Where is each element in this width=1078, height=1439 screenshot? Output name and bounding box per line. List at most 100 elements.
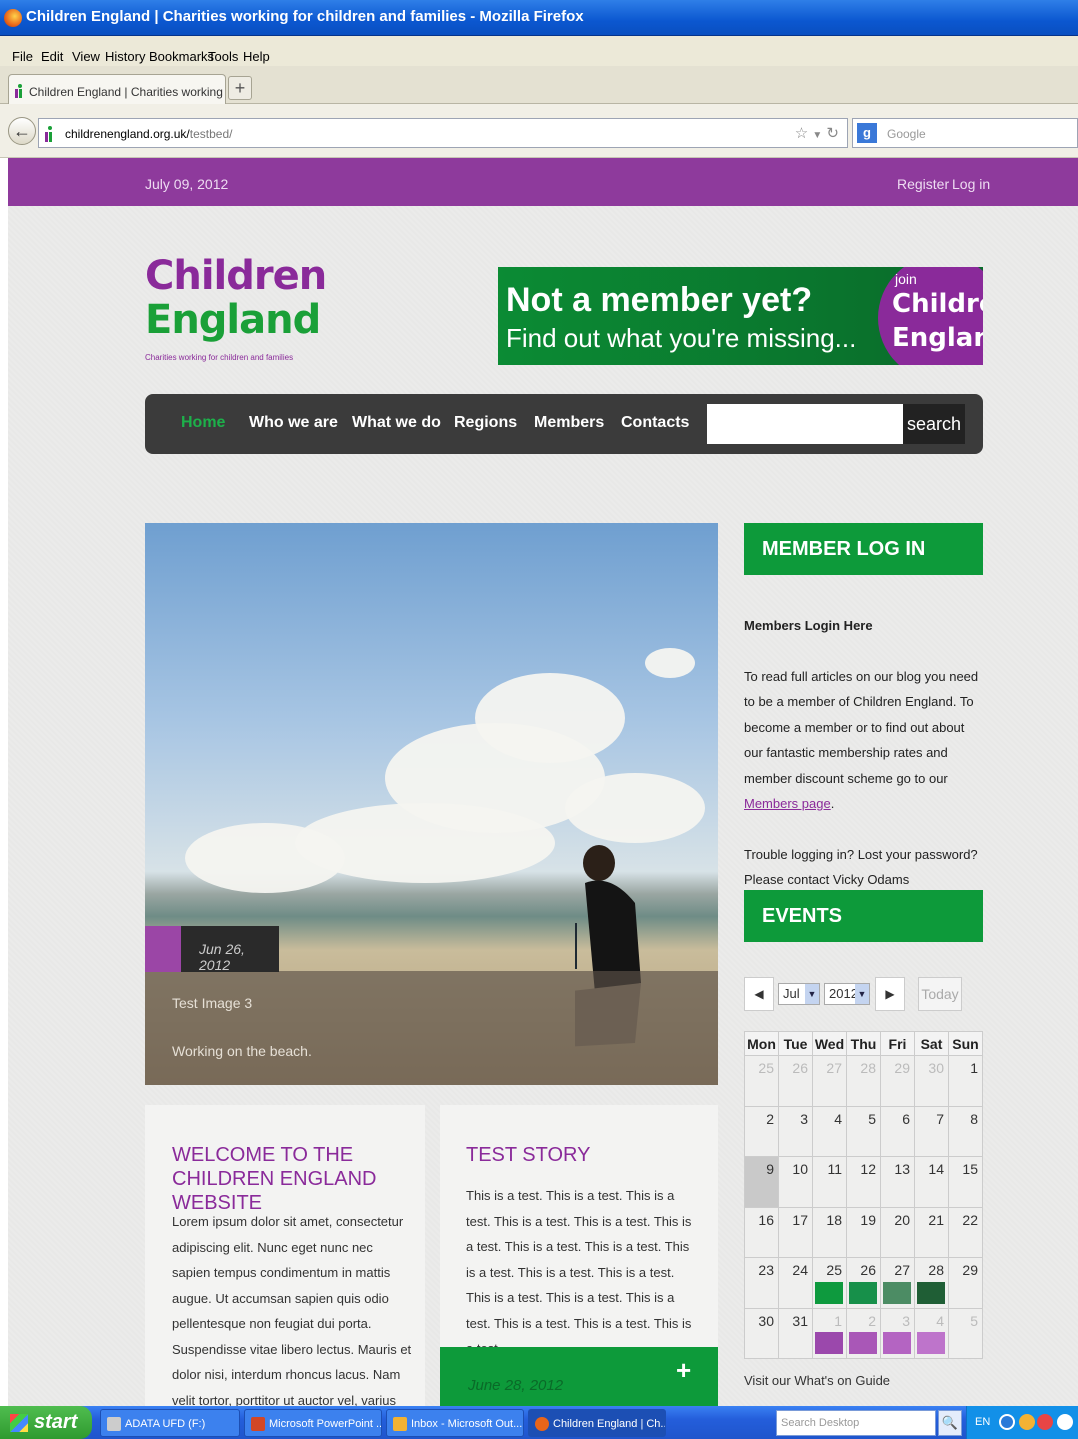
calendar-day[interactable]: 27: [880, 1257, 915, 1309]
calendar-day[interactable]: 5: [846, 1105, 881, 1157]
event-marker[interactable]: [815, 1332, 843, 1354]
calendar-day[interactable]: 4: [914, 1307, 949, 1359]
bookmark-star-icon[interactable]: ☆: [795, 125, 808, 142]
menu-help[interactable]: Help: [243, 49, 270, 64]
history-dropdown-icon[interactable]: ▼: [812, 130, 822, 141]
calendar-day[interactable]: 30: [914, 1055, 949, 1107]
story-title[interactable]: TEST STORY: [466, 1143, 590, 1167]
calendar-day-today[interactable]: 9: [744, 1156, 779, 1208]
welcome-title[interactable]: WELCOME TO THE CHILDREN ENGLAND WEBSITE: [172, 1143, 412, 1215]
calendar-month-select[interactable]: Jul ▼: [778, 983, 820, 1005]
calendar-day[interactable]: 25: [744, 1055, 779, 1107]
tray-app-icon[interactable]: [1019, 1414, 1035, 1430]
event-marker[interactable]: [917, 1281, 945, 1304]
menu-file[interactable]: File: [12, 49, 33, 64]
calendar-day[interactable]: 26: [778, 1055, 813, 1107]
calendar-day[interactable]: 5: [948, 1307, 983, 1359]
calendar-year-select[interactable]: 2012 ▼: [824, 983, 870, 1005]
calendar-day[interactable]: 24: [778, 1257, 813, 1309]
tab-children-england[interactable]: Children England | Charities working for…: [8, 74, 226, 104]
url-bar[interactable]: childrenengland.org.uk/testbed/ ☆ ▼ ↻: [38, 118, 848, 148]
calendar-day[interactable]: 29: [948, 1257, 983, 1309]
calendar-day[interactable]: 3: [778, 1105, 813, 1157]
taskbar-item-powerpoint[interactable]: Microsoft PowerPoint ...: [244, 1409, 382, 1437]
calendar-day[interactable]: 15: [948, 1156, 983, 1208]
calendar-day[interactable]: 23: [744, 1257, 779, 1309]
calendar-day[interactable]: 7: [914, 1105, 949, 1157]
event-marker[interactable]: [815, 1281, 843, 1304]
calendar-day[interactable]: 4: [812, 1105, 847, 1157]
calendar-day[interactable]: 28: [846, 1055, 881, 1107]
calendar-day[interactable]: 16: [744, 1206, 779, 1258]
nav-home[interactable]: Home: [181, 414, 225, 432]
login-link[interactable]: Log in: [952, 176, 990, 192]
start-button[interactable]: start: [0, 1406, 92, 1439]
calendar-day[interactable]: 13: [880, 1156, 915, 1208]
nav-members[interactable]: Members: [534, 414, 604, 432]
whats-on-guide-link[interactable]: Visit our What's on Guide: [744, 1373, 890, 1388]
menu-edit[interactable]: Edit: [41, 49, 63, 64]
calendar-day[interactable]: 8: [948, 1105, 983, 1157]
calendar-day[interactable]: 20: [880, 1206, 915, 1258]
calendar-day[interactable]: 3: [880, 1307, 915, 1359]
event-marker[interactable]: [883, 1281, 911, 1304]
calendar-day[interactable]: 26: [846, 1257, 881, 1309]
reload-icon[interactable]: ↻: [826, 125, 839, 142]
tray-app-icon[interactable]: [1057, 1414, 1073, 1430]
register-link[interactable]: Register: [897, 176, 949, 192]
search-desktop-button[interactable]: 🔍: [938, 1410, 962, 1436]
calendar-day[interactable]: 2: [846, 1307, 881, 1359]
featured-slider[interactable]: Jun 26, 2012 Test Image 3 Working on the…: [145, 523, 718, 1085]
menu-bookmarks[interactable]: Bookmarks: [149, 49, 214, 64]
taskbar-item-outlook[interactable]: Inbox - Microsoft Out...: [386, 1409, 524, 1437]
back-button[interactable]: ←: [8, 117, 36, 145]
tray-app-icon[interactable]: [1037, 1414, 1053, 1430]
google-icon[interactable]: g: [857, 123, 877, 143]
language-indicator[interactable]: EN: [975, 1416, 990, 1428]
nav-contacts[interactable]: Contacts: [621, 414, 689, 432]
calendar-day[interactable]: 28: [914, 1257, 949, 1309]
nav-regions[interactable]: Regions: [454, 414, 517, 432]
story-expand-icon[interactable]: +: [676, 1355, 691, 1386]
site-logo[interactable]: Children England Charities working for c…: [145, 253, 327, 373]
new-tab-button[interactable]: +: [228, 76, 252, 100]
calendar-day[interactable]: 11: [812, 1156, 847, 1208]
menu-history[interactable]: History: [105, 49, 145, 64]
nav-what-we-do[interactable]: What we do: [352, 414, 441, 432]
event-marker[interactable]: [917, 1332, 945, 1354]
calendar-day[interactable]: 25: [812, 1257, 847, 1309]
calendar-day[interactable]: 19: [846, 1206, 881, 1258]
calendar-day[interactable]: 17: [778, 1206, 813, 1258]
calendar-day[interactable]: 22: [948, 1206, 983, 1258]
calendar-today-button[interactable]: Today: [918, 977, 962, 1011]
calendar-day[interactable]: 21: [914, 1206, 949, 1258]
calendar-day[interactable]: 6: [880, 1105, 915, 1157]
calendar-day[interactable]: 12: [846, 1156, 881, 1208]
taskbar-item-drive[interactable]: ADATA UFD (F:): [100, 1409, 240, 1437]
calendar-day[interactable]: 30: [744, 1307, 779, 1359]
calendar-day[interactable]: 2: [744, 1105, 779, 1157]
calendar-day[interactable]: 10: [778, 1156, 813, 1208]
calendar-prev-button[interactable]: ◀: [744, 977, 774, 1011]
calendar-day[interactable]: 14: [914, 1156, 949, 1208]
calendar-day[interactable]: 1: [948, 1055, 983, 1107]
calendar-next-button[interactable]: ▶: [875, 977, 905, 1011]
taskbar-item-firefox[interactable]: Children England | Ch...: [528, 1409, 666, 1437]
calendar-day[interactable]: 31: [778, 1307, 813, 1359]
calendar-day[interactable]: 27: [812, 1055, 847, 1107]
menu-tools[interactable]: Tools: [208, 49, 238, 64]
membership-banner[interactable]: Not a member yet? Find out what you're m…: [498, 267, 983, 365]
event-marker[interactable]: [849, 1332, 877, 1354]
search-desktop-input[interactable]: Search Desktop: [776, 1410, 936, 1436]
calendar-day[interactable]: 29: [880, 1055, 915, 1107]
nav-who-we-are[interactable]: Who we are: [249, 414, 338, 432]
tray-app-icon[interactable]: [999, 1414, 1015, 1430]
site-search-button[interactable]: search: [903, 404, 965, 444]
calendar-day[interactable]: 1: [812, 1307, 847, 1359]
web-search-box[interactable]: g Google: [852, 118, 1078, 148]
site-search-input[interactable]: [707, 404, 903, 444]
event-marker[interactable]: [883, 1332, 911, 1354]
calendar-day[interactable]: 18: [812, 1206, 847, 1258]
event-marker[interactable]: [849, 1281, 877, 1304]
menu-view[interactable]: View: [72, 49, 100, 64]
